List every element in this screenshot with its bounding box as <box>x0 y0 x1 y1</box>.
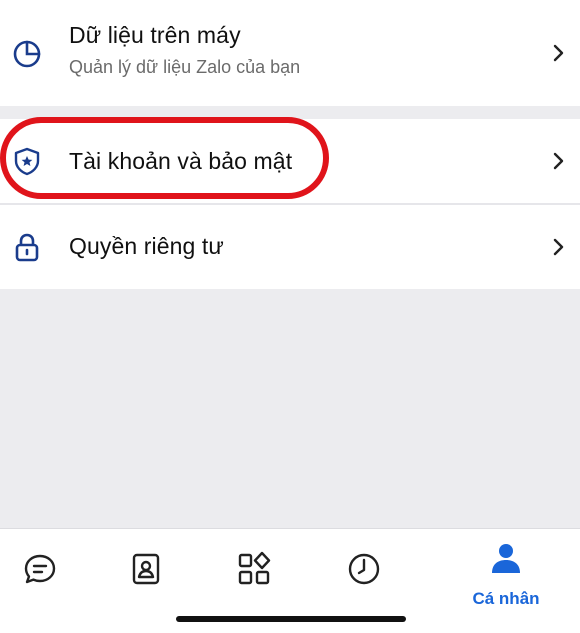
menu-item-title: Dữ liệu trên máy <box>69 22 241 48</box>
menu-item-account-security[interactable]: Tài khoản và bảo mật <box>0 119 580 203</box>
contacts-icon <box>132 553 160 585</box>
home-indicator <box>176 616 406 622</box>
clock-icon <box>348 553 380 585</box>
tab-label: Cá nhân <box>472 589 540 608</box>
tab-messages[interactable] <box>0 539 80 599</box>
apps-grid-icon <box>238 551 271 585</box>
shield-icon <box>10 144 44 178</box>
chevron-right-icon <box>548 41 568 65</box>
pie-chart-icon <box>10 36 44 70</box>
lock-icon <box>10 230 44 264</box>
menu-item-device-data[interactable]: Dữ liệu trên máy Quản lý dữ liệu Zalo củ… <box>0 0 580 106</box>
tab-discover[interactable] <box>214 539 294 599</box>
menu-item-title: Tài khoản và bảo mật <box>69 148 293 174</box>
tab-contacts[interactable] <box>106 539 186 599</box>
chat-icon <box>24 554 56 584</box>
menu-item-title: Quyền riêng tư <box>69 233 224 259</box>
menu-item-privacy[interactable]: Quyền riêng tư <box>0 205 580 289</box>
tab-profile[interactable]: Cá nhân <box>466 539 546 608</box>
tab-timeline[interactable] <box>324 539 404 599</box>
menu-item-subtitle: Quản lý dữ liệu Zalo của bạn <box>69 57 301 77</box>
chevron-right-icon <box>548 235 568 259</box>
chevron-right-icon <box>548 149 568 173</box>
person-icon <box>492 544 520 573</box>
